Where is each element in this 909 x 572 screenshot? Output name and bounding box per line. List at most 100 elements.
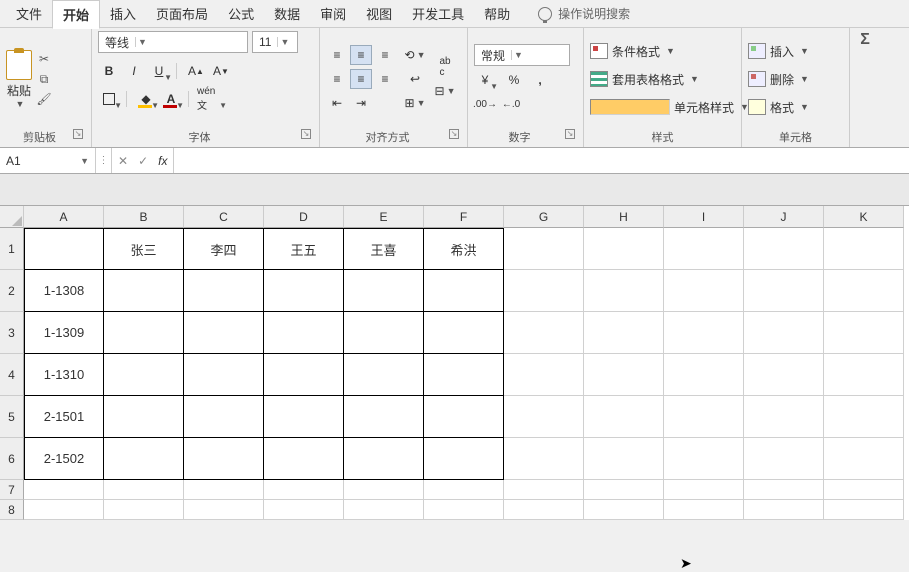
select-all-corner[interactable] [0,206,24,228]
cell[interactable] [504,438,584,480]
cell[interactable] [504,480,584,500]
orientation-button[interactable]: ⟲▼ [404,45,426,65]
cell[interactable] [824,228,904,270]
bold-button[interactable]: B [98,61,120,81]
row-header[interactable]: 5 [0,396,24,438]
align-middle-button[interactable]: ≡ [350,45,372,65]
cell[interactable] [744,354,824,396]
cell[interactable] [584,480,664,500]
cell[interactable]: 王五 [264,228,344,270]
row-header[interactable]: 8 [0,500,24,520]
format-cells-button[interactable]: 格式▼ [748,94,809,120]
format-painter-button[interactable]: 🖌 [36,92,52,106]
row-header[interactable]: 1 [0,228,24,270]
cell[interactable] [744,500,824,520]
enter-formula-button[interactable]: ✓ [138,154,148,168]
borders-button[interactable]: ▼ [98,89,120,109]
cell[interactable] [104,270,184,312]
cell[interactable] [584,312,664,354]
cell[interactable] [184,270,264,312]
cell[interactable]: 李四 [184,228,264,270]
row-header[interactable]: 4 [0,354,24,396]
menu-formulas[interactable]: 公式 [218,0,264,27]
cell[interactable] [584,270,664,312]
cell[interactable] [344,480,424,500]
cell[interactable] [264,354,344,396]
cell[interactable]: 2-1501 [24,396,104,438]
italic-button[interactable]: I [123,61,145,81]
sum-button[interactable]: Σ [856,31,874,49]
cell[interactable] [424,270,504,312]
cut-button[interactable]: ✂ [36,52,52,66]
cell[interactable] [744,312,824,354]
col-header-H[interactable]: H [584,206,664,228]
increase-decimal-button[interactable]: .00→ [474,94,496,114]
align-right-button[interactable]: ≡ [374,69,396,89]
cell[interactable] [104,354,184,396]
cell[interactable] [744,480,824,500]
cell[interactable] [104,396,184,438]
cell[interactable] [104,312,184,354]
cell[interactable] [184,500,264,520]
cell[interactable] [24,228,104,270]
cell[interactable] [824,480,904,500]
cell[interactable]: 王喜 [344,228,424,270]
cell[interactable] [664,438,744,480]
cell[interactable] [664,270,744,312]
cell[interactable]: 1-1309 [24,312,104,354]
cell[interactable] [184,396,264,438]
cell[interactable]: 张三 [104,228,184,270]
number-dialog-launcher[interactable]: ↘ [565,129,575,139]
cell[interactable] [24,500,104,520]
cell[interactable] [344,438,424,480]
cell[interactable] [504,396,584,438]
cell[interactable] [424,500,504,520]
cell[interactable] [264,438,344,480]
phonetic-button[interactable]: wén 文▼ [197,89,225,109]
menu-file[interactable]: 文件 [6,0,52,27]
cell[interactable] [584,438,664,480]
alignment-dialog-launcher[interactable]: ↘ [449,129,459,139]
name-box-expand[interactable]: ⋮ [96,148,112,173]
col-header-C[interactable]: C [184,206,264,228]
col-header-G[interactable]: G [504,206,584,228]
cell[interactable] [824,500,904,520]
cancel-formula-button[interactable]: ✕ [118,154,128,168]
cell[interactable] [744,438,824,480]
cell[interactable] [584,396,664,438]
cell[interactable] [664,396,744,438]
cell[interactable] [104,500,184,520]
row-header[interactable]: 6 [0,438,24,480]
align-bottom-button[interactable]: ≡ [374,45,396,65]
cell[interactable] [344,270,424,312]
cell[interactable] [104,438,184,480]
cell[interactable] [424,354,504,396]
format-as-table-button[interactable]: 套用表格格式▼ [590,66,749,92]
col-header-A[interactable]: A [24,206,104,228]
cell[interactable] [184,480,264,500]
menu-view[interactable]: 视图 [356,0,402,27]
cell[interactable] [344,312,424,354]
align-center-button[interactable]: ≡ [350,69,372,89]
formula-input[interactable] [174,148,909,173]
tell-me-search[interactable]: 操作说明搜索 [538,5,630,22]
grow-font-button[interactable]: A▲ [185,61,207,81]
cell[interactable] [264,500,344,520]
number-format-combo[interactable]: 常规▼ [474,44,570,66]
menu-home[interactable]: 开始 [52,0,100,29]
col-header-E[interactable]: E [344,206,424,228]
cell[interactable] [664,312,744,354]
cell[interactable] [584,500,664,520]
cell[interactable] [824,270,904,312]
fill-color-button[interactable]: ◆▼ [135,89,157,109]
cell[interactable] [824,396,904,438]
conditional-formatting-button[interactable]: 条件格式▼ [590,38,749,64]
font-size-combo[interactable]: 11▼ [252,31,298,53]
menu-data[interactable]: 数据 [264,0,310,27]
cell[interactable] [664,228,744,270]
comma-button[interactable]: , [529,70,551,90]
cell[interactable] [744,396,824,438]
cell[interactable] [504,270,584,312]
percent-button[interactable]: % [503,70,525,90]
cell[interactable] [504,228,584,270]
